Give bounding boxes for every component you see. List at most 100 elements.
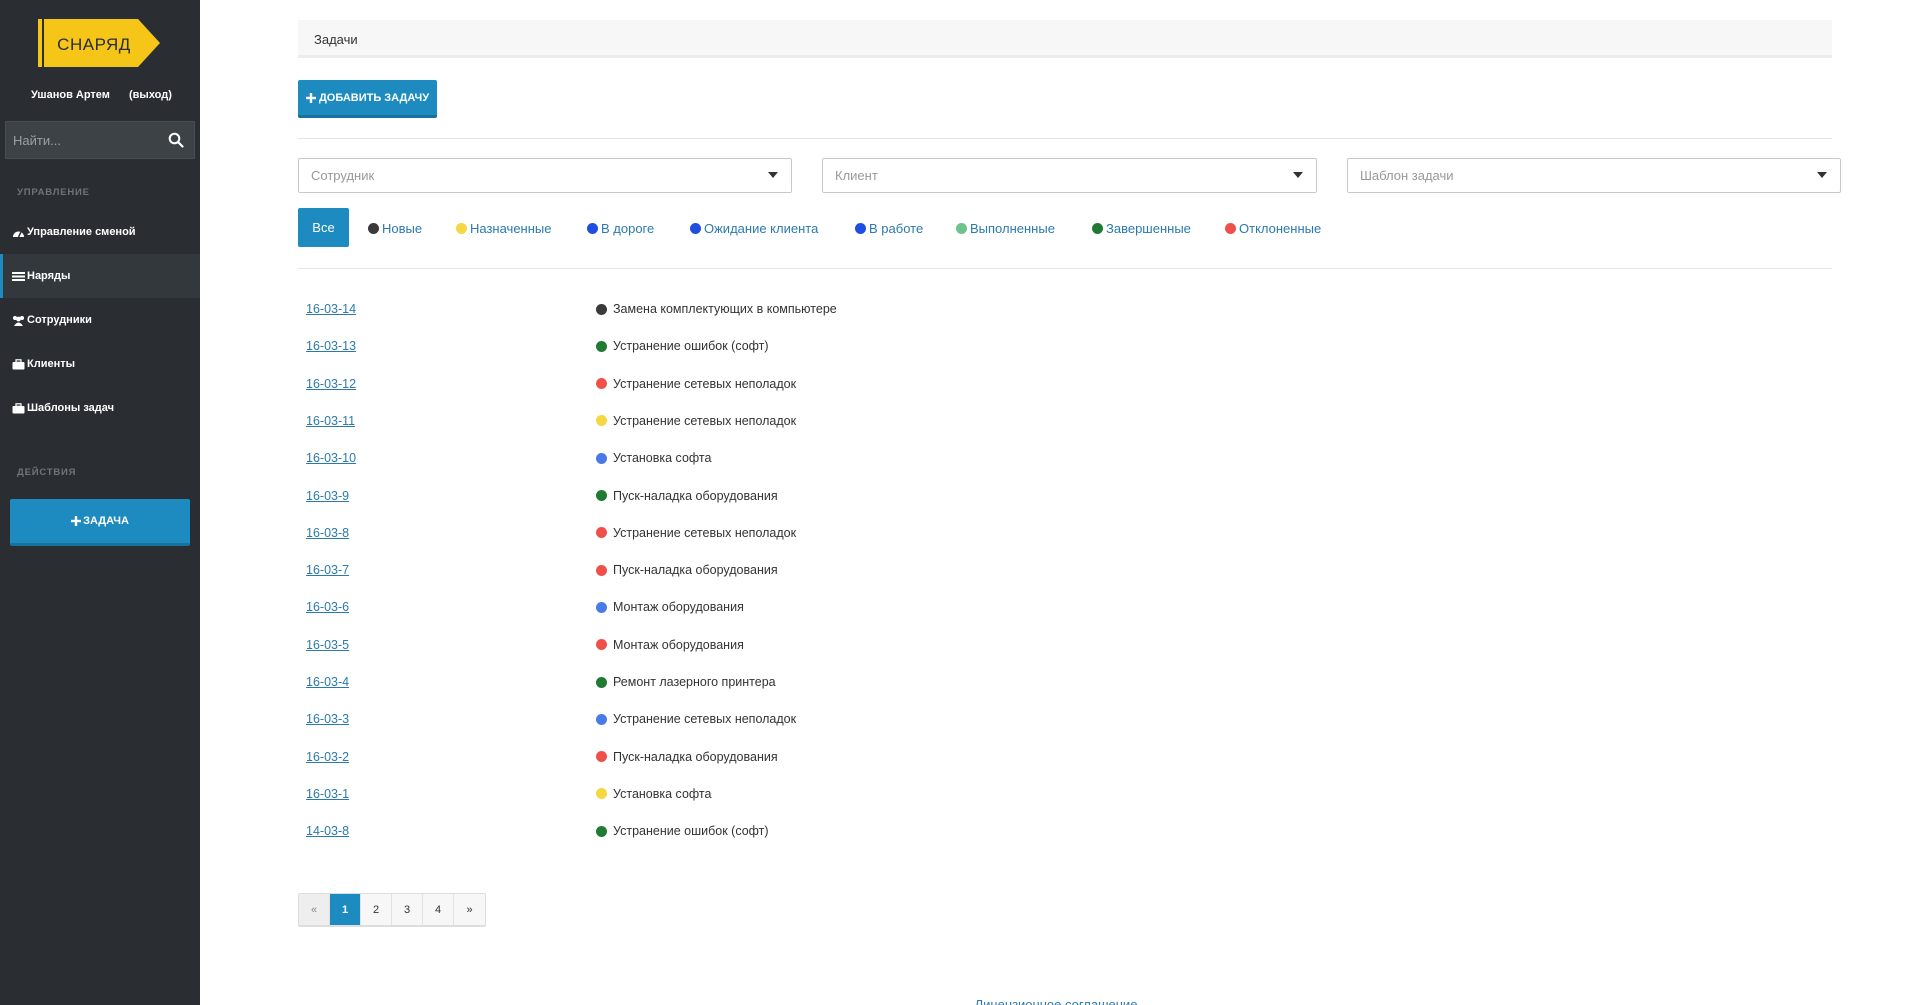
task-number-link[interactable]: 16-03-8	[306, 526, 349, 540]
filter-new[interactable]: Новые	[368, 221, 422, 236]
task-row: 14-03-8 Устранение ошибок (софт)	[298, 822, 1198, 842]
add-task-sidebar-label: ЗАДАЧА	[83, 515, 129, 527]
chevron-down-icon	[768, 172, 778, 178]
status-dot	[596, 378, 607, 390]
pagination-page-2[interactable]: 2	[361, 894, 392, 925]
filter-on-the-way[interactable]: В дороге	[587, 221, 654, 236]
task-row: 16-03-6 Монтаж оборудования	[298, 598, 1198, 618]
status-dot	[596, 601, 607, 613]
status-dot	[596, 676, 607, 688]
search-box	[5, 121, 195, 159]
license-agreement-link[interactable]: Лицензионное соглашение	[886, 997, 1226, 1005]
add-task-sidebar-button[interactable]: ЗАДАЧА	[10, 499, 190, 546]
sidebar-item-shift-management[interactable]: Управление сменой	[0, 210, 200, 254]
filter-label: Назначенные	[470, 221, 552, 236]
filter-all-button[interactable]: Все	[298, 208, 349, 247]
filter-label: Ожидание клиента	[704, 221, 819, 236]
filter-done[interactable]: Выполненные	[956, 221, 1055, 236]
briefcase-icon	[12, 358, 25, 369]
sidebar-item-task-templates[interactable]: Шаблоны задач	[0, 386, 200, 430]
task-title-text: Пуск-наладка оборудования	[613, 749, 778, 764]
task-title: Устранение ошибок (софт)	[596, 339, 769, 353]
status-dot	[596, 490, 607, 501]
search-input[interactable]	[6, 122, 166, 158]
task-number-link[interactable]: 16-03-7	[306, 563, 349, 577]
task-title: Установка софта	[596, 451, 711, 465]
app-logo[interactable]: СНАРЯД	[38, 19, 160, 67]
status-dot	[456, 223, 467, 234]
employee-select-placeholder: Сотрудник	[311, 168, 375, 183]
filter-completed[interactable]: Завершенные	[1092, 221, 1191, 236]
status-dot	[596, 751, 607, 763]
pagination: « 1 2 3 4 »	[298, 893, 486, 927]
task-number-link[interactable]: 16-03-5	[306, 638, 349, 652]
status-dot	[596, 713, 607, 725]
task-title: Устранение сетевых неполадок	[596, 526, 796, 540]
task-number-link[interactable]: 14-03-8	[306, 824, 349, 838]
task-title-text: Пуск-наладка оборудования	[613, 563, 778, 578]
task-row: 16-03-5 Монтаж оборудования	[298, 636, 1198, 656]
task-number-link[interactable]: 16-03-14	[306, 302, 356, 316]
task-title-text: Устранение сетевых неполадок	[613, 376, 797, 391]
main-content: Задачи ДОБАВИТЬ ЗАДАЧУ Сотрудник Клиент …	[200, 0, 1920, 1005]
plus-icon	[305, 92, 316, 103]
pagination-prev[interactable]: «	[299, 894, 330, 925]
task-number-link[interactable]: 16-03-1	[306, 787, 349, 801]
task-number-link[interactable]: 16-03-6	[306, 600, 349, 614]
task-title-text: Замена комплектующих в компьютере	[613, 302, 837, 316]
filter-rejected[interactable]: Отклоненные	[1225, 221, 1321, 236]
chevron-down-icon	[1293, 172, 1303, 178]
pagination-page-4[interactable]: 4	[423, 894, 454, 925]
task-title: Монтаж оборудования	[596, 638, 744, 652]
task-title-text: Ремонт лазерного принтера	[613, 675, 776, 689]
task-row: 16-03-7 Пуск-наладка оборудования	[298, 561, 1198, 581]
task-number-link[interactable]: 16-03-2	[306, 750, 349, 764]
task-number-link[interactable]: 16-03-10	[306, 451, 356, 465]
status-dot	[596, 639, 607, 651]
status-dot	[596, 527, 607, 539]
sidebar-item-employees[interactable]: Сотрудники	[0, 298, 200, 342]
list-icon	[12, 271, 25, 281]
task-number-link[interactable]: 16-03-3	[306, 712, 349, 726]
sidebar-item-orders[interactable]: Наряды	[0, 254, 200, 298]
filter-waiting-client[interactable]: Ожидание клиента	[690, 221, 818, 236]
task-title-text: Установка софта	[613, 451, 712, 466]
add-task-button[interactable]: ДОБАВИТЬ ЗАДАЧУ	[298, 80, 437, 118]
filter-label: Отклоненные	[1239, 221, 1322, 236]
task-title-text: Пуск-наладка оборудования	[613, 488, 778, 503]
template-select[interactable]: Шаблон задачи	[1347, 158, 1841, 193]
pagination-page-3[interactable]: 3	[392, 894, 423, 925]
users-icon	[13, 315, 24, 326]
breadcrumb: Задачи	[298, 20, 1832, 58]
sidebar-item-clients[interactable]: Клиенты	[0, 342, 200, 386]
task-row: 16-03-11 Устранение сетевых неполадок	[298, 412, 1198, 432]
task-number-link[interactable]: 16-03-4	[306, 675, 349, 689]
filter-assigned[interactable]: Назначенные	[456, 221, 552, 236]
client-select[interactable]: Клиент	[822, 158, 1317, 193]
task-number-link[interactable]: 16-03-11	[306, 414, 355, 428]
task-title: Устранение сетевых неполадок	[596, 377, 796, 391]
task-number-link[interactable]: 16-03-9	[306, 489, 349, 503]
sidebar-item-label: Наряды	[27, 270, 71, 282]
task-number-link[interactable]: 16-03-13	[306, 339, 356, 353]
status-dot	[1225, 223, 1236, 234]
employee-select[interactable]: Сотрудник	[298, 158, 792, 193]
pagination-next[interactable]: »	[454, 894, 485, 925]
status-dot	[596, 415, 607, 427]
status-dot	[690, 223, 701, 234]
template-select-placeholder: Шаблон задачи	[1360, 168, 1454, 183]
chevron-down-icon	[1817, 172, 1827, 178]
filter-in-progress[interactable]: В работе	[855, 221, 923, 236]
status-dot	[596, 564, 607, 576]
task-title-text: Устранение ошибок (софт)	[613, 339, 769, 354]
task-number-link[interactable]: 16-03-12	[306, 377, 356, 391]
search-icon[interactable]	[168, 132, 184, 148]
status-dot	[596, 825, 607, 837]
add-task-label: ДОБАВИТЬ ЗАДАЧУ	[318, 91, 430, 104]
logout-link[interactable]: (выход)	[129, 89, 172, 101]
section-title-actions: ДЕЙСТВИЯ	[17, 467, 77, 478]
task-title-text: Монтаж оборудования	[613, 637, 744, 652]
filter-label: В дороге	[601, 221, 655, 236]
sidebar-item-label: Клиенты	[27, 358, 76, 370]
pagination-page-1[interactable]: 1	[330, 894, 361, 925]
